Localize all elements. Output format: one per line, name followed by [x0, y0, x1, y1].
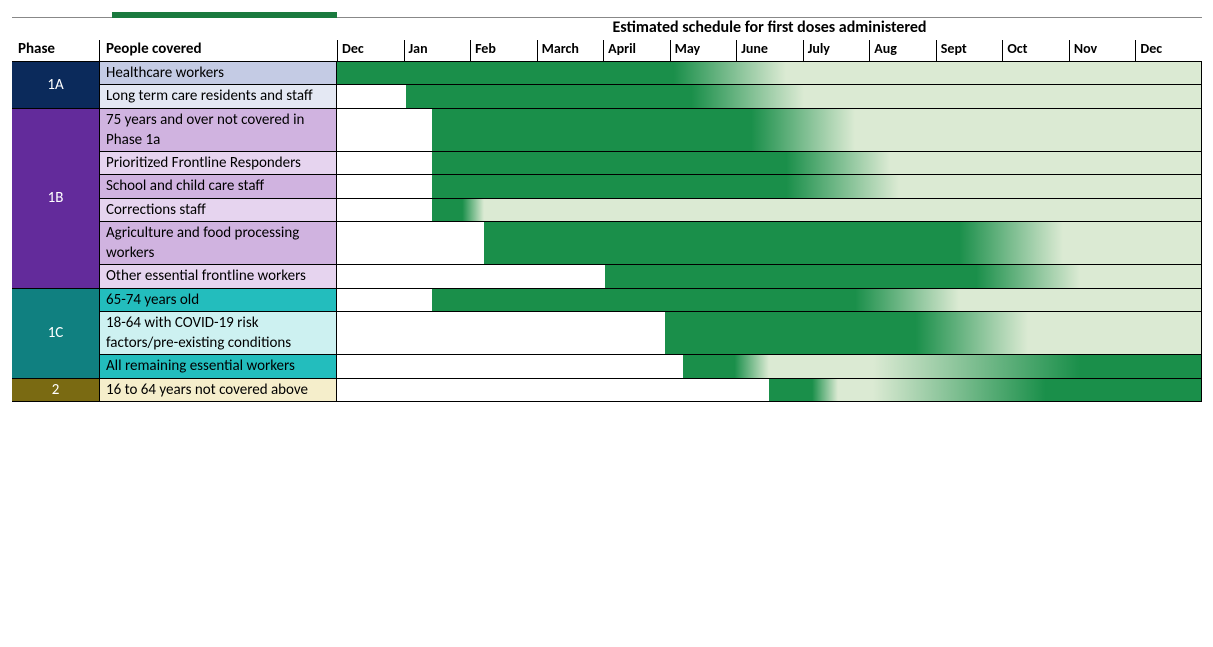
people-cell: 18-64 with COVID-19 risk factors/pre-exi…	[99, 312, 337, 356]
month-header: April	[603, 40, 670, 62]
month-header: March	[537, 40, 604, 62]
phase-block-1A: 1AHealthcare workersLong term care resid…	[12, 62, 1202, 109]
phase-block-1B: 1B75 years and over not covered in Phase…	[12, 109, 1202, 289]
month-header: May	[670, 40, 737, 62]
bar-primary	[665, 312, 1028, 355]
bar-primary	[432, 289, 959, 311]
bar-rampup	[873, 379, 1201, 401]
month-headers: DecJanFebMarchAprilMayJuneJulyAugSeptOct…	[337, 40, 1202, 62]
month-header: Oct	[1002, 40, 1069, 62]
top-accent-bar	[112, 12, 337, 18]
bar-rampup	[873, 355, 1201, 377]
bar-trail	[432, 199, 1201, 221]
people-cell: 75 years and over not covered in Phase 1…	[99, 109, 337, 153]
table-row: 75 years and over not covered in Phase 1…	[99, 109, 1202, 153]
timeline-cell	[337, 175, 1202, 198]
bar-primary	[406, 85, 803, 107]
people-cell: All remaining essential workers	[99, 355, 337, 378]
timeline-cell	[337, 222, 1202, 266]
table-row: School and child care staff	[99, 175, 1202, 198]
bar-primary	[432, 199, 484, 221]
people-cell: School and child care staff	[99, 175, 337, 198]
month-header: Dec	[1135, 40, 1202, 62]
bar-primary	[769, 379, 838, 401]
phase-label: 1C	[12, 289, 99, 379]
month-header: Feb	[470, 40, 537, 62]
month-header: Jan	[404, 40, 471, 62]
table-row: 16 to 64 years not covered above	[99, 379, 1202, 402]
bar-primary	[605, 265, 1080, 287]
vaccine-schedule-chart: Estimated schedule for first doses admin…	[12, 12, 1202, 402]
header-row: Phase People covered DecJanFebMarchApril…	[12, 40, 1202, 62]
table-row: All remaining essential workers	[99, 355, 1202, 378]
people-cell: 16 to 64 years not covered above	[99, 379, 337, 402]
bar-primary	[683, 355, 769, 377]
people-cell: Other essential frontline workers	[99, 265, 337, 288]
timeline-cell	[337, 109, 1202, 153]
timeline-cell	[337, 199, 1202, 222]
month-header: Nov	[1069, 40, 1136, 62]
people-cell: Healthcare workers	[99, 62, 337, 85]
table-row: Corrections staff	[99, 199, 1202, 222]
chart-title: Estimated schedule for first doses admin…	[337, 18, 1202, 40]
table-row: Long term care residents and staff	[99, 85, 1202, 108]
timeline-cell	[337, 62, 1202, 85]
col-header-people: People covered	[99, 40, 337, 62]
timeline-cell	[337, 85, 1202, 108]
people-cell: Long term care residents and staff	[99, 85, 337, 108]
table-row: 18-64 with COVID-19 risk factors/pre-exi…	[99, 312, 1202, 356]
table-row: Prioritized Frontline Responders	[99, 152, 1202, 175]
people-cell: Prioritized Frontline Responders	[99, 152, 337, 175]
month-header: June	[736, 40, 803, 62]
bar-primary	[432, 109, 855, 152]
phase-label: 1A	[12, 62, 99, 109]
timeline-cell	[337, 289, 1202, 312]
timeline-cell	[337, 312, 1202, 356]
people-cell: Corrections staff	[99, 199, 337, 222]
phase-label: 1B	[12, 109, 99, 289]
bar-primary	[484, 222, 1063, 265]
table-row: Agriculture and food processing workers	[99, 222, 1202, 266]
phase-block-2: 216 to 64 years not covered above	[12, 379, 1202, 402]
timeline-cell	[337, 152, 1202, 175]
month-header: Dec	[337, 40, 404, 62]
title-row: Estimated schedule for first doses admin…	[12, 18, 1202, 40]
timeline-cell	[337, 379, 1202, 402]
month-header: July	[803, 40, 870, 62]
phase-label: 2	[12, 379, 99, 402]
people-cell: 65-74 years old	[99, 289, 337, 312]
month-header: Sept	[936, 40, 1003, 62]
table-row: Healthcare workers	[99, 62, 1202, 85]
people-cell: Agriculture and food processing workers	[99, 222, 337, 266]
table-row: Other essential frontline workers	[99, 265, 1202, 288]
bar-primary	[432, 152, 890, 174]
timeline-cell	[337, 355, 1202, 378]
chart-body: 1AHealthcare workersLong term care resid…	[12, 62, 1202, 402]
top-border	[12, 12, 1202, 18]
month-header: Aug	[869, 40, 936, 62]
bar-primary	[337, 62, 786, 84]
phase-block-1C: 1C65-74 years old18-64 with COVID-19 ris…	[12, 289, 1202, 379]
col-header-phase: Phase	[12, 40, 99, 62]
timeline-cell	[337, 265, 1202, 288]
bar-primary	[432, 175, 899, 197]
table-row: 65-74 years old	[99, 289, 1202, 312]
